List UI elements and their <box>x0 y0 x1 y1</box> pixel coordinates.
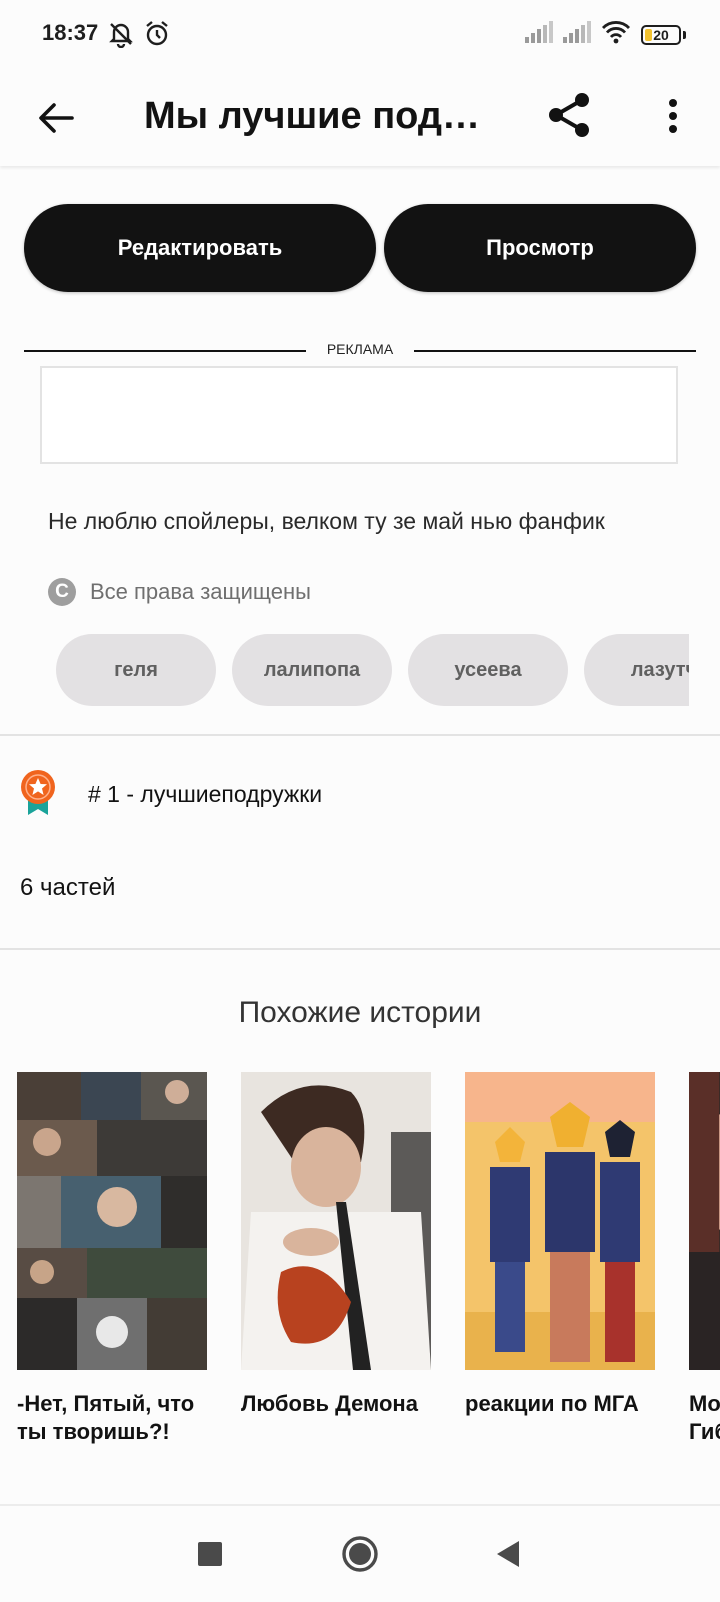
story-cover <box>689 1072 720 1370</box>
ranking-text: # 1 - лучшиеподружки <box>88 781 323 807</box>
tags-list[interactable]: геля лалипопа усеева лазутч <box>56 634 689 708</box>
back-nav-icon <box>497 1541 519 1567</box>
status-icons-left <box>108 20 170 53</box>
more-options-button[interactable] <box>648 90 698 142</box>
signal-icon <box>525 21 553 48</box>
edit-button[interactable]: Редактировать <box>24 204 376 292</box>
alarm-icon <box>144 20 170 53</box>
story-title: Любовь Демона <box>241 1391 418 1416</box>
section-divider <box>0 734 720 736</box>
story-title: реакции по МГА <box>465 1391 639 1416</box>
copyright-text: Все права защищены <box>90 579 311 604</box>
ad-banner[interactable] <box>40 366 678 464</box>
signal-icon-2 <box>563 21 591 48</box>
story-card[interactable]: Любовь Демона <box>241 1072 431 1418</box>
tag-chip[interactable]: лазутч <box>584 634 689 706</box>
page-title: Мы лучшие подр... <box>144 95 494 137</box>
tag-chip[interactable]: геля <box>56 634 216 706</box>
battery-icon: 20 <box>641 24 681 45</box>
status-bar: 18:37 20 <box>0 0 720 70</box>
more-vertical-icon <box>669 99 677 133</box>
similar-stories-title: Похожие истории <box>238 996 482 1029</box>
share-icon <box>549 93 589 137</box>
back-button[interactable] <box>30 92 82 144</box>
parts-count[interactable]: 6 частей <box>20 874 115 902</box>
story-title: Мо Гиб <box>689 1391 720 1444</box>
status-time: 18:37 <box>42 20 99 45</box>
share-button[interactable] <box>538 84 600 146</box>
back-nav-button[interactable] <box>480 1526 536 1582</box>
section-divider <box>0 948 720 950</box>
ranking-badge-icon <box>21 770 55 815</box>
status-icons-right: 20 <box>525 20 686 49</box>
preview-button[interactable]: Просмотр <box>384 204 696 292</box>
recent-apps-icon <box>198 1542 222 1566</box>
story-description: Не люблю спойлеры, велком ту зе май нью … <box>48 508 605 534</box>
battery-fill <box>645 28 653 41</box>
battery-tip <box>683 30 686 39</box>
back-arrow-icon <box>39 103 74 133</box>
tag-chip[interactable]: лалипопа <box>232 634 392 706</box>
battery-level: 20 <box>653 26 669 43</box>
story-cover <box>241 1072 431 1370</box>
tag-chip[interactable]: усеева <box>408 634 568 706</box>
system-nav-bar <box>0 1504 720 1602</box>
story-card[interactable]: -Нет, Пятый, что ты творишь?! <box>17 1072 207 1446</box>
ad-label: РЕКЛАМА <box>326 341 394 357</box>
story-cover <box>465 1072 655 1370</box>
copyright-icon: C <box>48 578 76 606</box>
story-cover <box>17 1072 207 1370</box>
story-card[interactable]: Мо Гиб <box>689 1072 720 1446</box>
copyright-row: C Все права защищены <box>48 578 311 606</box>
wifi-icon <box>601 20 631 49</box>
home-button[interactable] <box>332 1526 388 1582</box>
toolbar: Мы лучшие подр... <box>0 70 720 166</box>
story-title: -Нет, Пятый, что ты творишь?! <box>17 1391 195 1444</box>
ranking-row[interactable]: # 1 - лучшиеподружки <box>20 770 700 820</box>
recent-apps-button[interactable] <box>182 1526 238 1582</box>
ad-divider-right <box>414 350 696 352</box>
ad-label-row: РЕКЛАМА <box>24 340 696 362</box>
bell-off-icon <box>108 20 134 53</box>
home-icon <box>342 1536 378 1572</box>
story-card[interactable]: реакции по МГА <box>465 1072 655 1418</box>
